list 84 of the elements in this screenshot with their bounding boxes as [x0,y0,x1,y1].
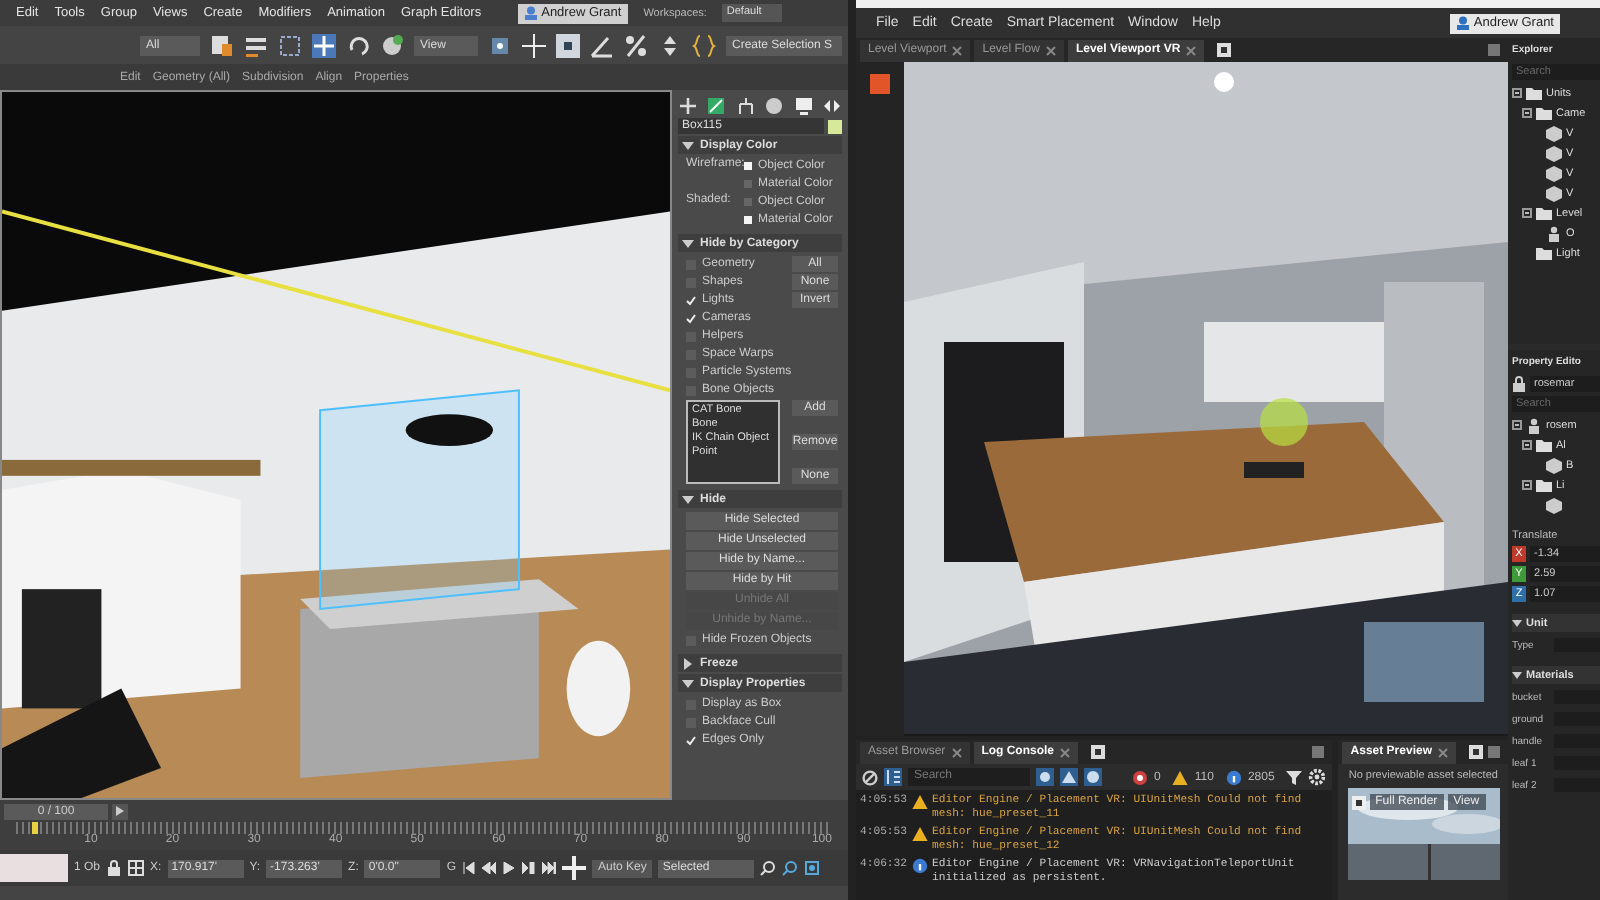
error-icon[interactable] [1132,769,1149,785]
close-icon[interactable] [1045,45,1056,55]
caret-icon[interactable] [682,493,694,505]
scale-icon[interactable] [380,33,404,57]
settings-filter-icon[interactable] [1036,768,1054,786]
move-icon[interactable] [312,33,336,57]
go-end-icon[interactable] [542,862,557,874]
collapse-icon[interactable] [1522,108,1532,118]
color-swatch[interactable] [828,119,842,133]
folder-icon[interactable] [1536,205,1552,221]
caret-icon[interactable] [682,657,694,669]
region-select-icon[interactable] [278,33,302,57]
script-listener-field[interactable] [0,854,68,882]
modify-icon[interactable] [706,95,727,115]
create-icon[interactable] [678,95,698,115]
close-icon[interactable] [951,747,962,757]
folder-icon[interactable] [1536,477,1552,493]
zoom-all-icon[interactable] [782,860,799,876]
folder-icon[interactable] [1536,437,1552,453]
rotate-icon[interactable] [346,33,370,57]
pivot-icon[interactable] [488,33,512,57]
caret-icon[interactable] [1512,670,1522,680]
crosshair-icon[interactable] [522,33,546,57]
folder-icon[interactable] [1536,245,1552,261]
collapse-icon[interactable] [1512,88,1522,98]
zoom-icon[interactable] [760,860,777,876]
play-icon[interactable] [502,862,517,874]
checkbox[interactable] [686,735,696,745]
info-icon[interactable] [912,858,928,874]
caret-icon[interactable] [1512,618,1522,628]
lock-icon[interactable] [1512,376,1526,392]
motion-icon[interactable] [764,95,785,115]
percent-snap-icon[interactable] [624,33,648,57]
zoom-extents-icon[interactable] [804,860,821,876]
checkbox[interactable] [686,295,696,305]
frame-marker[interactable] [32,822,38,834]
user-icon[interactable] [523,6,538,20]
collapse-icon[interactable] [1522,440,1532,450]
collapse-icon[interactable] [1512,420,1522,430]
hierarchy-icon[interactable] [735,95,756,115]
radio-button[interactable] [744,216,752,224]
caret-icon[interactable] [682,139,694,151]
sort-icon[interactable] [884,768,902,786]
select-icon[interactable] [210,33,234,57]
user-icon[interactable] [1455,16,1470,30]
next-frame-button[interactable] [112,803,128,819]
close-icon[interactable] [1438,747,1448,757]
go-start-icon[interactable] [462,862,477,874]
info-filter-icon[interactable] [1084,768,1102,786]
menu-icon[interactable] [1312,746,1325,758]
cube-icon[interactable] [1546,457,1562,473]
warning-filter-icon[interactable] [1060,768,1078,786]
braces-icon[interactable] [692,33,716,57]
collapse-icon[interactable] [1522,480,1532,490]
lock-icon[interactable] [106,860,123,876]
cube-icon[interactable] [1546,497,1562,513]
add-tab-icon[interactable] [1468,744,1484,760]
settings-icon[interactable] [1308,768,1327,786]
set-key-icon[interactable] [562,856,587,880]
spinner-snap-icon[interactable] [658,33,682,57]
angle-snap-icon[interactable] [590,33,614,57]
close-icon[interactable] [952,45,963,55]
figure-icon[interactable] [1546,225,1562,241]
add-tab-icon[interactable] [1216,42,1233,58]
previous-frame-icon[interactable] [482,862,497,874]
utilities-icon[interactable] [821,95,842,115]
filter-icon[interactable] [1286,769,1303,785]
display-icon[interactable] [793,95,814,115]
close-icon[interactable] [1060,747,1071,757]
figure-icon[interactable] [1526,417,1542,433]
clear-icon[interactable] [862,769,878,785]
caret-icon[interactable] [682,237,694,249]
collapse-icon[interactable] [1522,208,1532,218]
list-icon[interactable] [244,33,268,57]
radio-button[interactable] [744,162,752,170]
close-icon[interactable] [1186,45,1197,55]
add-tab-icon[interactable] [1090,744,1107,760]
warning-icon[interactable] [1172,769,1189,785]
transform-mode-icon[interactable] [128,860,145,876]
caret-icon[interactable] [682,677,694,689]
snap-icon[interactable] [556,33,580,57]
checkbox[interactable] [686,313,696,323]
info-icon[interactable] [1225,769,1242,785]
next-frame-icon[interactable] [522,862,537,874]
